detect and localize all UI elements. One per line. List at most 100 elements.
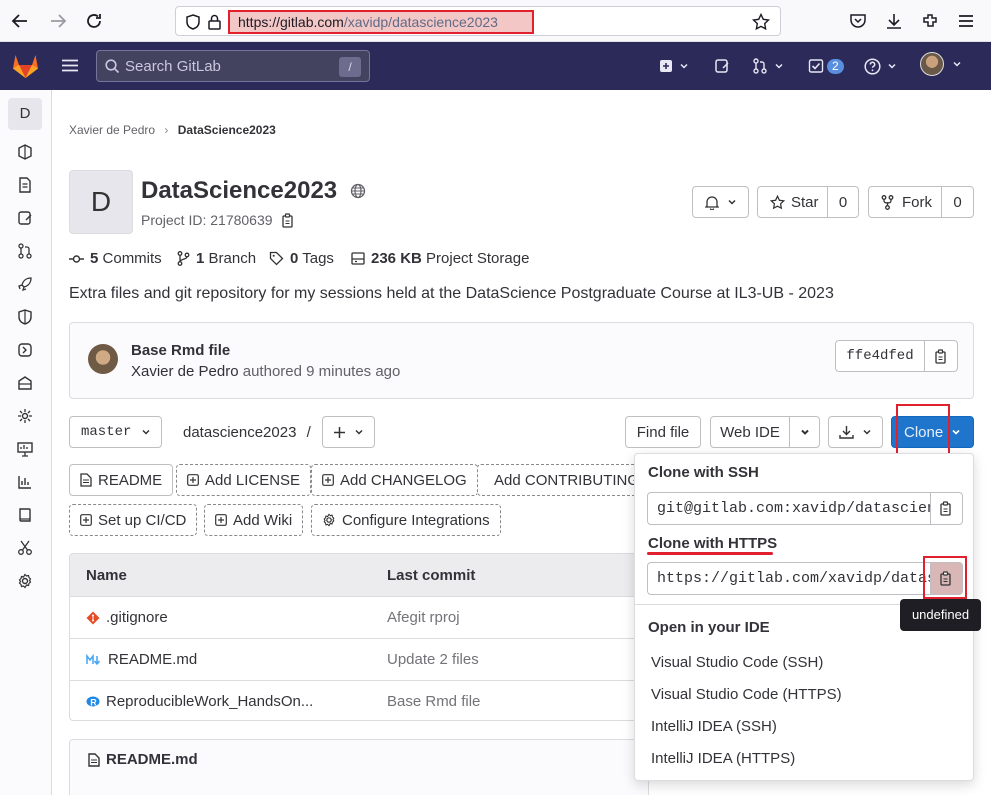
back-icon[interactable] bbox=[8, 9, 32, 33]
app-menu-icon[interactable] bbox=[954, 9, 978, 33]
ide-vscode-ssh-item[interactable]: Visual Studio Code (SSH) bbox=[651, 654, 823, 671]
ide-intellij-https-item[interactable]: IntelliJ IDEA (HTTPS) bbox=[651, 750, 795, 767]
commit-title-link[interactable]: Base Rmd file bbox=[131, 342, 230, 359]
setup-ci-button[interactable]: Set up CI/CD bbox=[69, 504, 198, 536]
create-new-button[interactable] bbox=[659, 56, 689, 76]
packages-icon[interactable] bbox=[17, 375, 33, 391]
branch-selector[interactable]: master bbox=[69, 416, 162, 448]
snippets-icon[interactable] bbox=[17, 540, 33, 556]
repo-path: datascience2023 / bbox=[183, 424, 311, 441]
reload-icon[interactable] bbox=[82, 9, 106, 33]
todos-button[interactable]: 2 bbox=[808, 56, 844, 76]
clone-https-label: Clone with HTTPS bbox=[648, 535, 778, 552]
settings-icon[interactable] bbox=[17, 573, 33, 589]
sidebar-project-avatar[interactable]: D bbox=[8, 98, 42, 130]
table-row[interactable]: R ReproducibleWork_HandsOn... Base Rmd f… bbox=[70, 681, 648, 720]
url-text[interactable]: https://gitlab.com/xavidp/datascience202… bbox=[228, 10, 534, 34]
configure-integrations-button[interactable]: Configure Integrations bbox=[311, 504, 501, 536]
download-source-button[interactable] bbox=[828, 416, 883, 448]
gitlab-logo-icon[interactable] bbox=[12, 53, 39, 79]
branch-stat-link[interactable]: 1 Branch bbox=[177, 250, 256, 267]
commit-author-avatar[interactable] bbox=[88, 344, 118, 374]
commits-stat-link[interactable]: 5 Commits bbox=[69, 250, 162, 267]
public-globe-icon bbox=[350, 183, 365, 199]
add-license-button[interactable]: Add LICENSE bbox=[176, 464, 312, 496]
address-bar[interactable]: https://gitlab.com/xavidp/datascience202… bbox=[175, 6, 781, 36]
issues-icon[interactable] bbox=[17, 210, 33, 226]
fork-count[interactable]: 0 bbox=[941, 186, 974, 218]
file-tree-table: Name Last commit .gitignore Afegit rproj… bbox=[69, 553, 649, 721]
readme-button[interactable]: README bbox=[69, 464, 174, 496]
help-icon bbox=[864, 57, 881, 75]
file-last-commit-link[interactable]: Base Rmd file bbox=[387, 693, 480, 710]
tags-stat-link[interactable]: 0 Tags bbox=[269, 250, 334, 267]
table-row[interactable]: README.md Update 2 files bbox=[70, 639, 648, 681]
notification-button[interactable] bbox=[692, 186, 749, 218]
add-contributing-button[interactable]: Add CONTRIBUTING bbox=[477, 464, 637, 496]
add-wiki-button[interactable]: Add Wiki bbox=[204, 504, 304, 536]
extensions-icon[interactable] bbox=[918, 9, 942, 33]
breadcrumb-owner-link[interactable]: Xavier de Pedro bbox=[69, 123, 155, 137]
chevron-down-icon bbox=[952, 429, 960, 435]
merge-requests-button[interactable] bbox=[752, 56, 784, 76]
issues-button[interactable] bbox=[714, 56, 730, 76]
hamburger-menu-icon[interactable] bbox=[62, 59, 78, 72]
merge-requests-icon[interactable] bbox=[17, 243, 33, 259]
add-to-tree-button[interactable] bbox=[322, 416, 375, 448]
git-file-icon bbox=[86, 611, 100, 624]
commit-icon bbox=[69, 254, 84, 263]
bookmark-star-icon[interactable] bbox=[752, 13, 770, 31]
repository-icon[interactable] bbox=[17, 177, 33, 193]
web-ide-button[interactable]: Web IDE bbox=[710, 416, 790, 448]
analytics-icon[interactable] bbox=[17, 474, 33, 490]
ci-cd-icon[interactable] bbox=[17, 342, 33, 358]
copy-project-id-icon[interactable] bbox=[282, 213, 295, 228]
star-count[interactable]: 0 bbox=[827, 186, 859, 218]
https-underline-annotation bbox=[647, 552, 773, 555]
clone-https-url-field[interactable]: https://gitlab.com/xavidp/datascience202… bbox=[647, 562, 931, 595]
find-file-button[interactable]: Find file bbox=[625, 416, 701, 448]
monitor-icon[interactable] bbox=[17, 408, 33, 424]
infrastructure-icon[interactable] bbox=[17, 441, 33, 457]
web-ide-dropdown-button[interactable] bbox=[789, 416, 820, 448]
readme-label: README bbox=[98, 471, 163, 489]
file-last-commit-link[interactable]: Afegit rproj bbox=[387, 609, 460, 626]
user-menu-button[interactable] bbox=[920, 52, 962, 76]
pocket-icon[interactable] bbox=[846, 9, 870, 33]
lock-icon[interactable] bbox=[208, 14, 221, 30]
column-last-commit-header: Last commit bbox=[387, 567, 476, 584]
open-in-ide-label: Open in your IDE bbox=[648, 619, 770, 636]
file-name-link[interactable]: .gitignore bbox=[86, 609, 168, 626]
copy-ssh-url-button[interactable] bbox=[930, 492, 963, 525]
plus-square-icon bbox=[322, 474, 334, 486]
shield-icon[interactable] bbox=[186, 14, 200, 30]
ide-vscode-https-item[interactable]: Visual Studio Code (HTTPS) bbox=[651, 686, 842, 703]
add-changelog-button[interactable]: Add CHANGELOG bbox=[311, 464, 478, 496]
downloads-icon[interactable] bbox=[882, 9, 906, 33]
clone-ssh-url-field[interactable]: git@gitlab.com:xavidp/datascience2023.gi… bbox=[647, 492, 931, 525]
ide-intellij-ssh-item[interactable]: IntelliJ IDEA (SSH) bbox=[651, 718, 777, 735]
commit-sha[interactable]: ffe4dfed bbox=[835, 340, 925, 372]
search-placeholder: Search GitLab bbox=[125, 58, 221, 75]
fork-icon bbox=[881, 194, 894, 210]
commit-author-link[interactable]: Xavier de Pedro bbox=[131, 363, 239, 380]
copy-sha-button[interactable] bbox=[924, 340, 958, 372]
security-icon[interactable] bbox=[17, 309, 33, 325]
project-overview-icon[interactable] bbox=[17, 144, 33, 160]
fork-button[interactable]: Fork bbox=[868, 186, 942, 218]
file-name-link[interactable]: README.md bbox=[86, 651, 197, 668]
search-input[interactable]: Search GitLab / bbox=[96, 50, 370, 82]
document-icon bbox=[88, 752, 100, 767]
star-label: Star bbox=[791, 193, 819, 211]
help-button[interactable] bbox=[864, 56, 897, 76]
storage-stat-link[interactable]: 236 KB Project Storage bbox=[351, 250, 529, 267]
file-name-link[interactable]: R ReproducibleWork_HandsOn... bbox=[86, 693, 313, 710]
table-row[interactable]: .gitignore Afegit rproj bbox=[70, 597, 648, 639]
wiki-icon[interactable] bbox=[17, 507, 33, 523]
breadcrumb-project-link[interactable]: DataScience2023 bbox=[178, 123, 276, 137]
repo-path-root-link[interactable]: datascience2023 bbox=[183, 424, 296, 441]
forward-icon[interactable] bbox=[46, 9, 70, 33]
deployments-icon[interactable] bbox=[17, 276, 33, 292]
file-last-commit-link[interactable]: Update 2 files bbox=[387, 651, 479, 668]
star-button[interactable]: Star bbox=[757, 186, 828, 218]
